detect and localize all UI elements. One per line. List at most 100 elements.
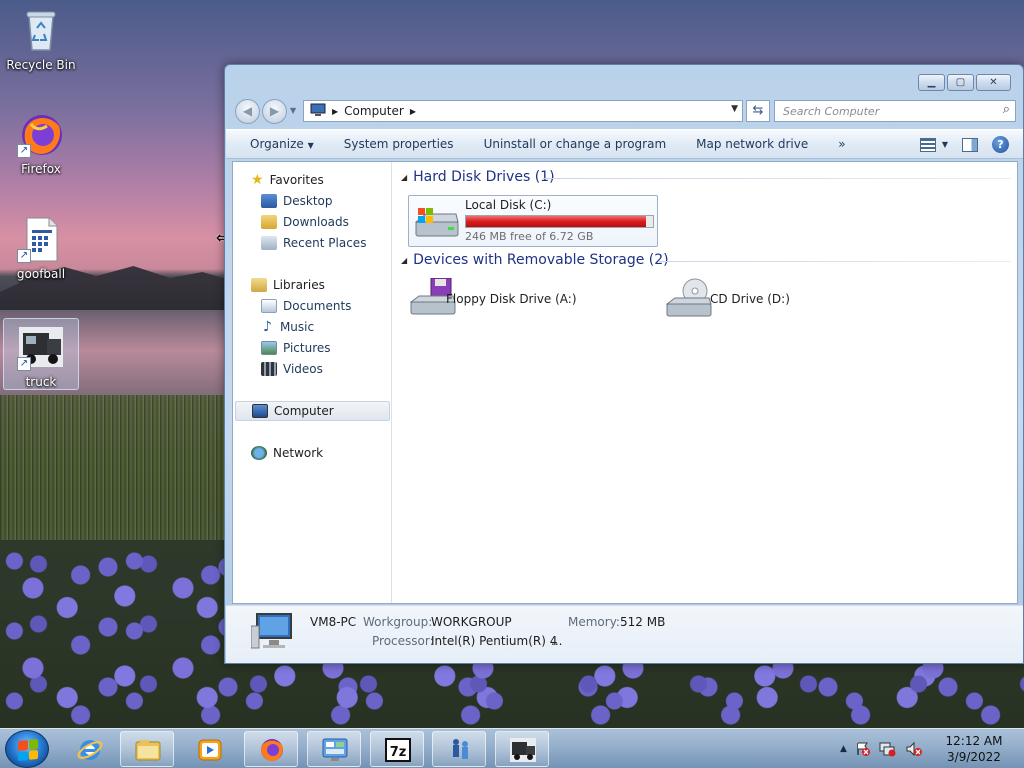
taskbar-truck-image[interactable] xyxy=(495,731,549,767)
firefox-icon: ↗ xyxy=(17,110,65,158)
disk-capacity-fill xyxy=(466,216,647,227)
shortcut-arrow-icon: ↗ xyxy=(17,357,31,371)
7zip-icon: 7z xyxy=(385,738,411,762)
maximize-button[interactable]: ▢ xyxy=(947,74,974,91)
taskbar-media-player[interactable] xyxy=(182,731,236,767)
chevron-down-icon: ▼ xyxy=(941,140,948,149)
collapse-arrow-icon: ◢ xyxy=(401,255,408,265)
computer-name: VM8-PC xyxy=(310,615,357,629)
uninstall-program-button[interactable]: Uninstall or change a program xyxy=(469,137,682,151)
group-hard-disk-drives[interactable]: ◢ Hard Disk Drives (1) xyxy=(401,169,555,185)
taskbar-windows-explorer[interactable] xyxy=(120,731,174,767)
collapse-arrow-icon: ◢ xyxy=(401,172,408,182)
nav-network[interactable]: Network xyxy=(233,443,391,463)
window-controls: ▁ ▢ ✕ xyxy=(918,74,1011,91)
nav-recent-places[interactable]: Recent Places xyxy=(233,233,391,253)
windows-logo-icon xyxy=(18,738,38,762)
nav-documents[interactable]: Documents xyxy=(233,296,391,316)
nav-libraries[interactable]: Libraries xyxy=(233,275,391,295)
star-icon: ★ xyxy=(251,172,264,188)
nav-videos[interactable]: Videos xyxy=(233,359,391,379)
nav-music[interactable]: ♪ Music xyxy=(233,317,391,337)
nav-favorites[interactable]: ★ Favorites xyxy=(233,170,391,190)
svg-text:7z: 7z xyxy=(390,745,407,760)
back-button[interactable]: ◀ xyxy=(235,99,260,124)
search-input[interactable] xyxy=(775,101,985,121)
forward-button[interactable]: ▶ xyxy=(262,99,287,124)
breadcrumb-chevron-icon[interactable]: ▶ xyxy=(410,107,416,116)
taskbar-7zip[interactable]: 7z xyxy=(370,731,424,767)
command-bar: Organize ▼ System properties Uninstall o… xyxy=(226,129,1023,159)
search-icon[interactable]: ⌕ xyxy=(1003,102,1010,117)
media-player-icon xyxy=(198,739,222,761)
desktop-icon-truck[interactable]: ↗ truck xyxy=(3,318,79,390)
drive-local-disk-c[interactable]: Local Disk (C:) 246 MB free of 6.72 GB xyxy=(408,195,658,247)
drive-cd-d[interactable]: CD Drive (D:) xyxy=(665,278,845,322)
volume-muted-icon[interactable] xyxy=(905,741,923,757)
refresh-button[interactable]: ⇆ xyxy=(746,100,770,122)
shortcut-arrow-icon: ↗ xyxy=(17,144,31,158)
nav-pictures[interactable]: Pictures xyxy=(233,338,391,358)
group-removable-storage[interactable]: ◢ Devices with Removable Storage (2) xyxy=(401,252,669,268)
content-area: ★ Favorites Desktop Downloads Recent Pla… xyxy=(232,161,1018,604)
desktop-icon-recycle-bin[interactable]: Recycle Bin xyxy=(3,6,79,72)
system-tray: ▲ xyxy=(840,729,923,768)
taskbar-internet-explorer[interactable] xyxy=(62,731,116,767)
search-box[interactable]: ⌕ xyxy=(774,100,1016,122)
help-icon[interactable]: ? xyxy=(992,136,1009,153)
organize-menu[interactable]: Organize ▼ xyxy=(226,137,329,151)
address-bar[interactable]: ▶ Computer ▶ ▼ xyxy=(303,100,743,122)
memory-value: 512 MB xyxy=(620,615,666,629)
network-figures-icon xyxy=(453,739,468,759)
files-pane: ◢ Hard Disk Drives (1) Local Disk (C:) 2… xyxy=(393,162,1017,603)
system-properties-button[interactable]: System properties xyxy=(329,137,469,151)
breadcrumb-computer[interactable]: Computer xyxy=(344,104,404,118)
breadcrumb-chevron-icon[interactable]: ▶ xyxy=(332,107,338,116)
explorer-window[interactable]: ▁ ▢ ✕ ◀ ▶ ▼ ▶ Computer ▶ ▼ ⇆ ⌕ Organize … xyxy=(224,64,1024,664)
calendar-file-icon: ↗ xyxy=(17,215,65,263)
recent-pages-dropdown[interactable]: ▼ xyxy=(290,106,296,115)
drive-name: Floppy Disk Drive (A:) xyxy=(446,292,577,306)
start-button[interactable] xyxy=(5,730,49,768)
map-network-drive-button[interactable]: Map network drive xyxy=(681,137,823,151)
action-center-icon[interactable] xyxy=(855,741,871,757)
nav-desktop[interactable]: Desktop xyxy=(233,191,391,211)
minimize-button[interactable]: ▁ xyxy=(918,74,945,91)
hard-drive-icon xyxy=(412,204,460,240)
preview-pane-icon[interactable] xyxy=(962,137,978,152)
drive-floppy-a[interactable]: Floppy Disk Drive (A:) xyxy=(409,277,649,322)
disk-capacity-bar xyxy=(465,215,654,228)
group-divider xyxy=(543,178,1011,179)
memory-label: Memory: xyxy=(568,615,620,629)
firefox-icon xyxy=(261,739,283,761)
desktop-icon-label: Firefox xyxy=(21,162,61,176)
pictures-icon xyxy=(261,341,277,355)
taskbar-firefox[interactable] xyxy=(244,731,298,767)
view-controls: ▼ ? xyxy=(919,136,1009,153)
close-button[interactable]: ✕ xyxy=(976,74,1011,91)
wallpaper-reeds xyxy=(0,395,230,545)
internet-explorer-icon xyxy=(77,740,103,760)
desktop-icon-firefox[interactable]: ↗ Firefox xyxy=(3,110,79,176)
taskbar-network-tool[interactable] xyxy=(432,731,486,767)
recent-places-icon xyxy=(261,236,277,250)
shortcut-arrow-icon: ↗ xyxy=(17,249,31,263)
more-commands-button[interactable]: » xyxy=(823,137,860,151)
folder-icon xyxy=(135,740,161,761)
cd-drive-icon xyxy=(665,278,713,317)
taskbar-control-panel[interactable] xyxy=(307,731,361,767)
address-dropdown-icon[interactable]: ▼ xyxy=(731,104,738,114)
desktop-icon-label: Recycle Bin xyxy=(6,58,76,72)
drive-name: Local Disk (C:) xyxy=(465,198,552,212)
nav-computer[interactable]: Computer xyxy=(235,401,390,421)
chevron-down-icon: ▼ xyxy=(307,141,314,150)
network-tray-icon[interactable] xyxy=(879,741,897,757)
workgroup-label: Workgroup: xyxy=(363,615,433,629)
show-hidden-icons-button[interactable]: ▲ xyxy=(840,744,847,754)
taskbar: 7z ▲ 12:12 AM 3/9/2022 xyxy=(0,728,1024,768)
change-view-button[interactable]: ▼ xyxy=(919,137,948,152)
nav-downloads[interactable]: Downloads xyxy=(233,212,391,232)
desktop-icon-goofball[interactable]: ↗ goofball xyxy=(3,215,79,281)
taskbar-clock[interactable]: 12:12 AM 3/9/2022 xyxy=(936,733,1012,765)
drive-name: CD Drive (D:) xyxy=(710,292,790,306)
